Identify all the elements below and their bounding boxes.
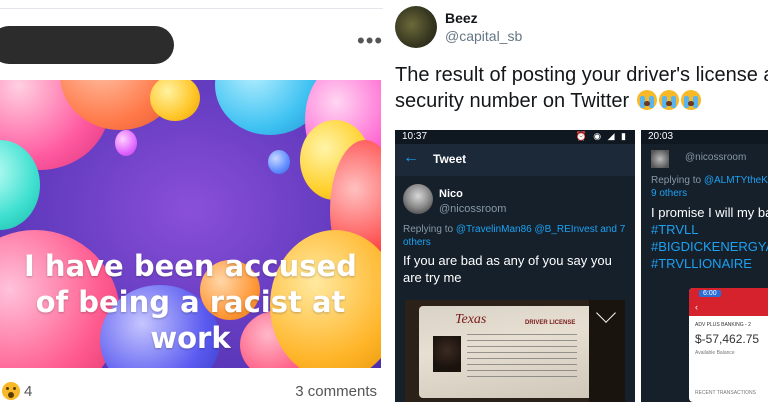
tweet-card: Beez @capital_sb The result of posting y… (385, 0, 768, 402)
crying-face-icon (680, 90, 701, 110)
shocked-face-icon[interactable] (2, 382, 20, 400)
reaction-count[interactable]: 4 (24, 383, 32, 400)
bank-balance: $-57,462.75 (695, 332, 760, 346)
avatar[interactable] (651, 150, 669, 168)
back-arrow-icon[interactable]: ← (403, 149, 419, 167)
hashtag-link[interactable]: #BIGDICKENERGYA (651, 238, 768, 255)
status-bar: 20:03 (641, 130, 768, 144)
screenshot-tweet-1[interactable]: 10:37 ⏰ ◉ ◢ ▮ ← Tweet Nico @nicossroom R… (395, 130, 635, 402)
bank-available-label: Available Balance (695, 350, 735, 356)
driver-license: Texas DRIVER LICENSE (419, 306, 595, 398)
facebook-post: ••• I have been accused of being a racis… (0, 0, 383, 402)
license-type: DRIVER LICENSE (525, 320, 576, 326)
license-photo[interactable]: Texas DRIVER LICENSE (405, 300, 625, 402)
replying-links[interactable]: @TravelinMan86 @B_REInvest and 7 (456, 224, 625, 235)
balloon (150, 80, 200, 121)
author-name[interactable]: Nico (439, 188, 463, 200)
tweet-text: The result of posting your driver's lice… (395, 62, 768, 114)
post-caption: I have been accused of being a racist at… (24, 249, 357, 355)
status-time: 10:37 (402, 131, 428, 142)
bank-recent-label: RECENT TRANSACTIONS (695, 390, 756, 396)
bank-time: 6:00 (699, 290, 721, 297)
redacted-author-name (0, 26, 174, 64)
tweet-header: ← Tweet (395, 144, 635, 176)
hashtag-link[interactable]: #TRVLL (651, 221, 768, 238)
post-footer: 4 3 comments (0, 378, 383, 402)
comments-link[interactable]: 3 comments (295, 383, 377, 400)
replying-to: Replying to @TravelinMan86 @B_REInvest a… (403, 223, 631, 249)
status-time: 20:03 (648, 131, 674, 142)
back-chevron-icon: ‹ (695, 302, 698, 312)
license-portrait (433, 336, 461, 372)
header-title: Tweet (433, 152, 467, 166)
screenshot-tweet-2[interactable]: 20:03 @nicossroom Replying to @ALMTYtheK… (641, 130, 768, 402)
author-handle[interactable]: @capital_sb (445, 28, 522, 44)
replying-prefix: Replying to (651, 175, 702, 186)
bank-account-name: ADV PLUS BANKING - 2 (695, 322, 751, 328)
replying-others[interactable]: others (403, 237, 431, 248)
hashtag-link[interactable]: #TRVLLIONAIRE (651, 255, 768, 272)
bank-screenshot[interactable]: 6:00 ‹ ADV PLUS BANKING - 2 $-57,462.75 … (689, 288, 768, 402)
balloon (115, 130, 137, 156)
crying-face-icon (658, 90, 679, 110)
status-icons: ⏰ ◉ ◢ ▮ (575, 131, 628, 141)
meme-collage: ••• I have been accused of being a racis… (0, 0, 768, 402)
divider (0, 8, 383, 9)
replying-others[interactable]: 9 others (651, 188, 687, 199)
author-handle[interactable]: @nicossroom (439, 203, 506, 215)
replying-to: Replying to @ALMTYtheKi 9 others (651, 174, 768, 200)
tweet-text-line-2: security number on Twitter (395, 90, 630, 112)
tweet-text-line-1: The result of posting your driver's lice… (395, 64, 768, 86)
crying-face-icon (636, 90, 657, 110)
license-details (467, 334, 577, 380)
balloon (268, 150, 290, 174)
reply-tweet-text: If you are bad as any of you say you are… (403, 253, 612, 285)
status-bar: 10:37 ⏰ ◉ ◢ ▮ (395, 130, 635, 144)
license-state: Texas (455, 312, 487, 327)
replying-prefix: Replying to (403, 224, 454, 235)
author-handle[interactable]: @nicossroom (685, 152, 746, 163)
replying-link[interactable]: @ALMTYtheKi (704, 175, 768, 186)
bank-header: 6:00 ‹ (689, 288, 768, 316)
avatar[interactable] (395, 6, 437, 48)
post-image[interactable]: I have been accused of being a racist at… (0, 80, 381, 368)
ellipsis-icon[interactable]: ••• (357, 28, 383, 54)
avatar[interactable] (403, 184, 433, 214)
author-name[interactable]: Beez (445, 10, 478, 26)
reply-tweet-text: I promise I will my ba hacked #TRVLL #BI… (651, 204, 768, 272)
tweet-body: I promise I will my ba hacked (651, 205, 768, 220)
